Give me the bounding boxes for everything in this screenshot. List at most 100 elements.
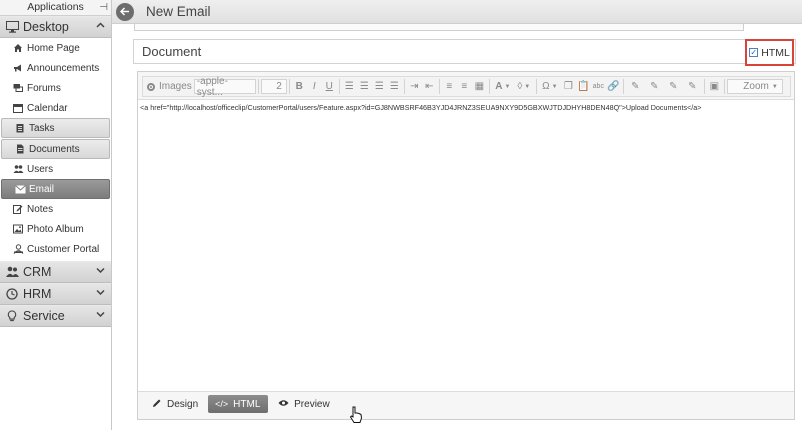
- bold-label: B: [295, 81, 303, 92]
- code-icon: </>: [215, 399, 229, 409]
- toolbar-divider: [403, 79, 405, 94]
- copy-icon[interactable]: ❐: [561, 78, 576, 95]
- section-crm[interactable]: CRM: [0, 261, 111, 283]
- bold-button[interactable]: B: [292, 78, 307, 95]
- link-icon[interactable]: 🔗: [606, 78, 621, 95]
- html-toggle-label: HTML: [761, 46, 790, 59]
- zoom-select[interactable]: Zoom ▼: [726, 79, 783, 94]
- numbered-list-icon[interactable]: ≡: [442, 78, 457, 95]
- sidebar-item-label: Customer Portal: [27, 243, 100, 255]
- applications-title: Applications: [27, 1, 84, 13]
- sidebar-item-email[interactable]: Email: [1, 179, 110, 199]
- italic-button[interactable]: I: [307, 78, 322, 95]
- people-icon: [5, 265, 19, 279]
- mode-preview-button[interactable]: Preview: [271, 395, 337, 413]
- images-label: Images: [159, 81, 192, 92]
- spellcheck-icon[interactable]: abc: [591, 78, 606, 95]
- html-checkbox[interactable]: ✓: [749, 48, 759, 57]
- sidebar-item-label: Documents: [29, 143, 80, 155]
- sidebar-item-photo-album[interactable]: Photo Album: [0, 219, 111, 239]
- font-family-value: -apple-syst...: [196, 75, 228, 98]
- sidebar-item-forums[interactable]: Forums: [0, 78, 111, 98]
- pencil-icon: [152, 398, 162, 411]
- align-left-icon[interactable]: ☰: [342, 78, 357, 95]
- font-size-select[interactable]: 2: [260, 79, 287, 94]
- paste-icon[interactable]: 📋: [576, 78, 591, 95]
- font-family-select[interactable]: -apple-syst...: [193, 76, 256, 98]
- hand-cursor-icon: [349, 406, 363, 427]
- sidebar-item-home-page[interactable]: Home Page: [0, 38, 111, 58]
- indent-icon[interactable]: ⇥: [407, 78, 422, 95]
- html-source-textarea[interactable]: <a href="http://localhost/officeclip/Cus…: [138, 99, 794, 392]
- forum-icon: [12, 82, 24, 94]
- table-icon[interactable]: ▦: [472, 78, 487, 95]
- sidebar-item-notes[interactable]: Notes: [0, 199, 111, 219]
- droplet-icon: ◊: [517, 81, 523, 92]
- sidebar-item-tasks[interactable]: Tasks: [1, 118, 110, 138]
- back-button[interactable]: [116, 2, 134, 21]
- bullet-list-icon[interactable]: ≡: [457, 78, 472, 95]
- sidebar-item-label: Users: [27, 163, 54, 175]
- align-center-icon[interactable]: ☰: [357, 78, 372, 95]
- symbol-button[interactable]: Ω ▼: [539, 78, 561, 95]
- align-right-icon[interactable]: ☰: [372, 78, 387, 95]
- images-button[interactable]: Images: [143, 78, 194, 95]
- eye-icon: [278, 399, 289, 410]
- subject-field[interactable]: Document: [142, 44, 201, 59]
- main-content: New Email Document ✓ HTML Images -apple-…: [112, 0, 802, 430]
- editor-mode-bar: Design </> HTML Preview: [145, 395, 340, 413]
- chevron-down-icon[interactable]: [96, 265, 105, 276]
- section-hrm[interactable]: HRM: [0, 283, 111, 305]
- gear-icon: [147, 82, 155, 91]
- sidebar-item-announcements[interactable]: Announcements: [0, 58, 111, 78]
- arrow-left-icon: [120, 7, 129, 16]
- clear-all-icon[interactable]: ✎: [683, 78, 702, 95]
- section-desktop[interactable]: Desktop: [0, 16, 111, 38]
- pencil-icon: [12, 203, 24, 215]
- chevron-down-icon[interactable]: [96, 309, 105, 320]
- clear-format-icon[interactable]: ✎: [645, 78, 664, 95]
- section-desktop-label: Desktop: [23, 20, 69, 34]
- html-toggle[interactable]: ✓ HTML: [745, 39, 794, 66]
- page-title: New Email: [146, 4, 211, 19]
- image-icon: [12, 223, 24, 235]
- portal-icon: [12, 243, 24, 255]
- toolbar-divider: [288, 79, 290, 94]
- print-icon[interactable]: ▣: [707, 78, 722, 95]
- clock-icon: [5, 287, 19, 301]
- font-color-button[interactable]: A ▼: [492, 78, 514, 95]
- mode-html-button[interactable]: </> HTML: [208, 395, 269, 413]
- format-painter-icon[interactable]: ✎: [626, 78, 645, 95]
- chevron-down-icon: ▼: [551, 83, 558, 90]
- zoom-value: Zoom: [743, 81, 769, 92]
- toolbar-divider: [723, 79, 725, 94]
- toolbar-divider: [488, 79, 490, 94]
- section-crm-label: CRM: [23, 265, 52, 279]
- section-service[interactable]: Service: [0, 305, 111, 327]
- sidebar-item-label: Home Page: [27, 42, 80, 54]
- clear-style-icon[interactable]: ✎: [664, 78, 683, 95]
- toolbar-divider: [257, 79, 259, 94]
- omega-label: Ω: [542, 81, 550, 92]
- html-editor: Images -apple-syst... 2 B I U ☰ ☰ ☰ ☰ ⇥ …: [137, 71, 795, 420]
- applications-bar[interactable]: Applications ⊣: [0, 0, 111, 16]
- align-justify-icon[interactable]: ☰: [387, 78, 402, 95]
- mode-design-label: Design: [167, 398, 199, 410]
- mode-preview-label: Preview: [294, 398, 330, 410]
- envelope-icon: [14, 183, 26, 195]
- home-icon: [12, 42, 24, 54]
- sidebar-item-calendar[interactable]: Calendar: [0, 98, 111, 118]
- chevron-down-icon: ▼: [771, 83, 778, 90]
- sidebar-item-users[interactable]: Users: [0, 159, 111, 179]
- chevron-up-icon[interactable]: [96, 20, 105, 31]
- pin-icon[interactable]: ⊣: [99, 0, 108, 15]
- page-header: New Email: [112, 0, 802, 24]
- mode-design-button[interactable]: Design: [145, 395, 205, 413]
- sidebar-item-customer-portal[interactable]: Customer Portal: [0, 239, 111, 259]
- underline-button[interactable]: U: [322, 78, 337, 95]
- outdent-icon[interactable]: ⇤: [422, 78, 437, 95]
- highlight-button[interactable]: ◊ ▼: [514, 78, 534, 95]
- sidebar-item-documents[interactable]: Documents: [1, 139, 110, 159]
- chevron-down-icon[interactable]: [96, 287, 105, 298]
- sidebar-item-label: Calendar: [27, 102, 68, 114]
